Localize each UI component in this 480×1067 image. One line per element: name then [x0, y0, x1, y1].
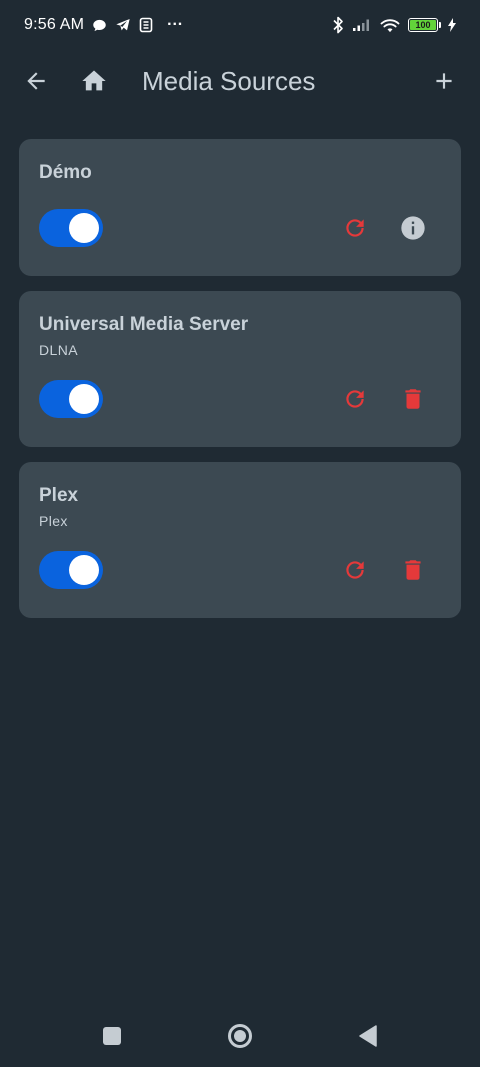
toggle-knob [69, 384, 99, 414]
source-card-demo[interactable]: Démo [19, 139, 461, 276]
source-subtitle: DLNA [39, 342, 78, 358]
source-title: Plex [39, 485, 79, 506]
source-title: Universal Media Server [39, 314, 249, 335]
toggle-knob [69, 213, 99, 243]
trash-icon [405, 389, 421, 409]
app-bar: Media Sources [0, 52, 480, 110]
refresh-button[interactable] [337, 381, 373, 417]
source-subtitle: Plex [39, 513, 68, 529]
home-nav-button[interactable] [220, 1016, 260, 1056]
status-bar: 9:56 AM ··· 100 [0, 0, 480, 50]
source-controls [39, 208, 441, 248]
page-title: Media Sources [142, 65, 316, 96]
source-enabled-toggle[interactable] [39, 380, 103, 418]
charging-icon [448, 18, 456, 32]
square-icon [103, 1027, 121, 1045]
status-time: 9:56 AM [24, 16, 85, 33]
back-nav-button[interactable] [348, 1016, 388, 1056]
info-icon [401, 216, 425, 240]
delete-button[interactable] [395, 381, 431, 417]
system-nav-bar [0, 1005, 480, 1067]
source-actions [337, 552, 431, 588]
app-notification-icon [139, 17, 153, 33]
source-title: Démo [39, 162, 92, 183]
home-icon [82, 70, 106, 91]
wifi-icon [380, 18, 400, 33]
source-card-universal-media-server[interactable]: Universal Media Server DLNA [19, 291, 461, 447]
recents-button[interactable] [92, 1016, 132, 1056]
info-button[interactable] [395, 210, 431, 246]
refresh-icon [346, 390, 364, 408]
telegram-icon [115, 17, 131, 33]
source-enabled-toggle[interactable] [39, 209, 103, 247]
refresh-button[interactable] [337, 210, 373, 246]
bluetooth-icon [332, 16, 344, 34]
source-enabled-toggle[interactable] [39, 551, 103, 589]
source-card-plex[interactable]: Plex Plex [19, 462, 461, 618]
battery-indicator: 100 [408, 18, 441, 32]
more-notifications-indicator: ··· [167, 16, 184, 33]
chat-bubble-icon [92, 18, 107, 33]
source-controls [39, 379, 441, 419]
home-button[interactable] [76, 63, 112, 99]
add-source-button[interactable] [426, 63, 462, 99]
source-controls [39, 550, 441, 590]
back-button[interactable] [18, 63, 54, 99]
refresh-icon [346, 219, 364, 237]
status-left: 9:56 AM ··· [24, 16, 183, 34]
signal-icon [352, 18, 372, 32]
source-actions [337, 210, 431, 246]
refresh-icon [346, 561, 364, 579]
trash-icon [405, 560, 421, 580]
circle-icon [228, 1024, 252, 1048]
refresh-button[interactable] [337, 552, 373, 588]
battery-level: 100 [410, 20, 436, 30]
delete-button[interactable] [395, 552, 431, 588]
plus-icon [436, 73, 452, 89]
status-right: 100 [332, 16, 456, 34]
source-actions [337, 381, 431, 417]
triangle-back-icon [359, 1025, 377, 1047]
media-sources-list: Démo Universal Media Server DLNA Plex Pl… [19, 139, 461, 633]
arrow-back-icon [27, 72, 45, 90]
toggle-knob [69, 555, 99, 585]
